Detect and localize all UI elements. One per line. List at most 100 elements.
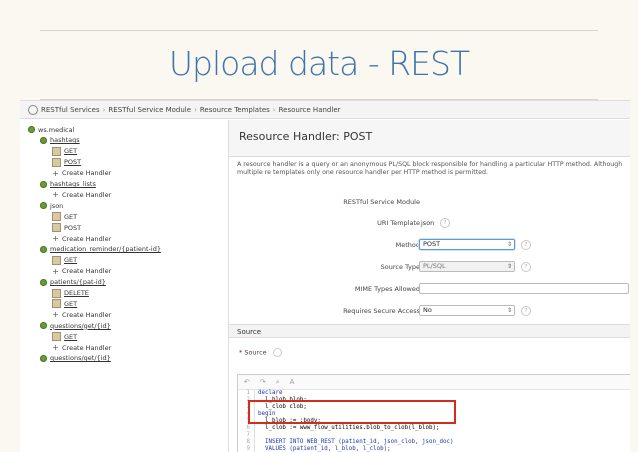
template-icon <box>40 278 47 286</box>
line-number: 6 <box>238 425 255 432</box>
breadcrumb-item[interactable]: RESTful Services <box>41 106 100 114</box>
breadcrumb-item: Resource Handler <box>278 105 341 114</box>
handler-icon <box>52 212 61 222</box>
breadcrumb-item[interactable]: Resource Templates <box>200 106 270 114</box>
tree-item[interactable]: patients/{pat-id} <box>40 277 106 288</box>
add-icon: + <box>52 343 59 352</box>
module-icon <box>28 126 35 133</box>
template-icon <box>40 180 47 188</box>
tree-item-label: POST <box>64 223 82 232</box>
help-icon[interactable]: ? <box>521 262 531 272</box>
search-icon[interactable]: ⌕ <box>276 378 280 387</box>
tree-item[interactable]: GET <box>52 146 77 157</box>
source-label-text: Source <box>244 348 267 357</box>
tree-item[interactable]: json <box>40 200 63 211</box>
redo-icon[interactable]: ↷ <box>260 378 266 386</box>
undo-icon[interactable]: ↶ <box>244 378 250 386</box>
tree-item[interactable]: POST <box>52 222 81 233</box>
help-icon[interactable]: ? <box>521 306 531 316</box>
add-icon: + <box>52 266 59 276</box>
tree-item[interactable]: GET <box>52 211 77 222</box>
help-icon[interactable] <box>272 348 282 357</box>
line-number: 1 <box>238 390 255 397</box>
handler-icon <box>52 157 61 167</box>
tree-item-label: POST <box>64 158 82 167</box>
font-icon[interactable]: A <box>290 378 295 386</box>
handler-icon <box>52 146 61 156</box>
tree-item[interactable]: medication_reminder/{patient-id} <box>40 244 161 255</box>
tree-item[interactable]: ws.medical <box>28 124 74 135</box>
tree-item[interactable]: GET <box>52 298 77 309</box>
tree-item-label: hashtags <box>50 136 80 145</box>
chevron-right-icon: › <box>272 105 276 114</box>
tree-item[interactable]: + Create Handler <box>52 266 111 277</box>
tree-item[interactable]: GET <box>52 331 77 342</box>
tree-item[interactable]: hashtags_lists <box>40 179 96 190</box>
handler-icon <box>52 255 61 265</box>
tree-item-label: GET <box>64 299 78 308</box>
template-icon <box>40 245 47 253</box>
tree-item[interactable]: GET <box>52 255 77 266</box>
add-icon: + <box>52 310 59 320</box>
method-select[interactable]: POST ⇕ <box>419 239 515 250</box>
tree-item[interactable]: + Create Handler <box>52 342 111 353</box>
uri-value: json <box>421 219 435 227</box>
tree-item[interactable]: + Create Handler <box>52 168 111 179</box>
line-number: 9 <box>238 446 255 452</box>
select-arrow-icon: ⇕ <box>506 263 512 270</box>
mime-label: MIME Types Allowed <box>354 285 420 293</box>
add-icon: + <box>52 168 59 178</box>
tree-item[interactable]: questions/get/{id} <box>40 353 111 364</box>
breadcrumb-item[interactable]: RESTful Service Module <box>108 106 191 114</box>
tree-item[interactable]: questions/get/{id} <box>40 320 111 331</box>
select-arrow-icon: ⇕ <box>506 241 512 248</box>
tree-item[interactable]: DELETE <box>52 288 89 299</box>
slide-title: Upload data - REST <box>168 44 470 83</box>
breadcrumb: RESTful Services › RESTful Service Module… <box>20 101 630 119</box>
tree-item[interactable]: + Create Handler <box>52 233 111 244</box>
tree-item-label: GET <box>64 332 78 341</box>
required-mark: * <box>239 348 243 357</box>
tree-item[interactable]: + Create Handler <box>52 309 111 320</box>
panel-title: Resource Handler: POST <box>239 130 373 143</box>
source-type-value: PL/SQL <box>423 262 446 270</box>
tree-item-label: GET <box>64 147 78 156</box>
tree-item-label: Create Handler <box>62 267 112 276</box>
secure-label: Requires Secure Access <box>343 307 420 315</box>
template-icon <box>40 354 47 362</box>
tree-item-label: Create Handler <box>62 343 112 352</box>
source-section-header: Source <box>229 324 630 338</box>
tree-item[interactable]: hashtags <box>40 135 80 146</box>
help-icon[interactable]: ? <box>521 240 531 250</box>
add-icon: + <box>52 190 59 200</box>
tree-item-label: questions/get/{id} <box>50 321 111 330</box>
tree-item-label: json <box>50 201 64 210</box>
template-icon <box>40 136 47 144</box>
help-icon[interactable]: ? <box>440 218 450 228</box>
source-type-select[interactable]: PL/SQL ⇕ <box>419 261 515 272</box>
method-value: POST <box>423 240 441 248</box>
editor-toolbar: ↶ ↷ ⌕ A <box>238 375 630 390</box>
code-line: 6 l_clob := www_flow_utilities.blob_to_c… <box>238 425 630 432</box>
code-text: l_clob := www_flow_utilities.blob_to_clo… <box>258 425 440 431</box>
tree-item-label: Create Handler <box>62 169 112 178</box>
tree-item[interactable]: + Create Handler <box>52 189 111 200</box>
tree-item[interactable]: POST <box>52 157 81 168</box>
tree-item-label: GET <box>64 256 78 265</box>
template-icon <box>40 322 47 330</box>
code-text: VALUES (patient_id, l_blob, l_clob); <box>258 446 391 452</box>
tree-item-label: medication_reminder/{patient-id} <box>50 245 161 254</box>
panel-description: A resource handler is a query or an anon… <box>237 161 623 176</box>
tree-item-label: Create Handler <box>62 234 112 243</box>
tree-item-label: ws.medical <box>38 125 75 134</box>
handler-icon <box>52 223 61 233</box>
source-type-label: Source Type <box>380 263 420 271</box>
tree-item-label: DELETE <box>64 289 89 297</box>
handler-icon <box>52 299 61 309</box>
mime-input[interactable] <box>419 283 629 294</box>
code-text: INSERT INTO WEB_REST (patient_id, json_c… <box>258 439 454 445</box>
uri-label: URI Template <box>377 219 420 227</box>
highlight-box <box>248 400 456 424</box>
secure-select[interactable]: No ⇕ <box>419 305 515 316</box>
home-icon[interactable] <box>28 104 38 115</box>
